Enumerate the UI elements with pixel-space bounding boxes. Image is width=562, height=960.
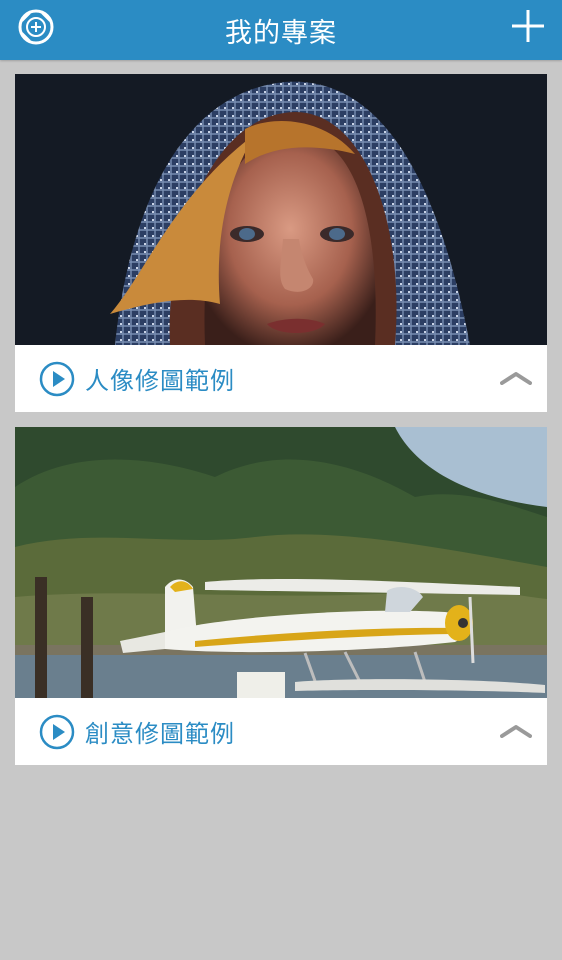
project-thumbnail[interactable] <box>15 74 547 345</box>
play-button[interactable] <box>39 714 75 750</box>
project-card[interactable]: 創意修圖範例 <box>15 427 547 765</box>
project-thumbnail[interactable] <box>15 427 547 698</box>
play-circle-icon <box>39 361 75 396</box>
app-header: 我的專案 <box>0 0 562 60</box>
project-card-footer: 創意修圖範例 <box>15 698 547 765</box>
play-circle-icon <box>39 714 75 749</box>
project-card-footer: 人像修圖範例 <box>15 345 547 412</box>
page-title: 我的專案 <box>225 17 337 49</box>
play-button[interactable] <box>39 361 75 397</box>
camera-aperture-plus-icon <box>18 9 54 45</box>
project-title[interactable]: 創意修圖範例 <box>85 714 235 749</box>
add-project-button[interactable] <box>508 6 548 46</box>
collapse-toggle[interactable] <box>499 720 533 742</box>
chevron-up-icon <box>500 725 532 738</box>
project-title[interactable]: 人像修圖範例 <box>85 361 235 396</box>
collapse-toggle[interactable] <box>499 367 533 389</box>
project-card[interactable]: 人像修圖範例 <box>15 74 547 412</box>
seaplane-on-water <box>15 427 547 698</box>
plus-icon <box>512 10 544 42</box>
hooded-woman-portrait <box>15 74 547 345</box>
chevron-up-icon <box>500 372 532 385</box>
logo-button[interactable] <box>14 5 58 49</box>
